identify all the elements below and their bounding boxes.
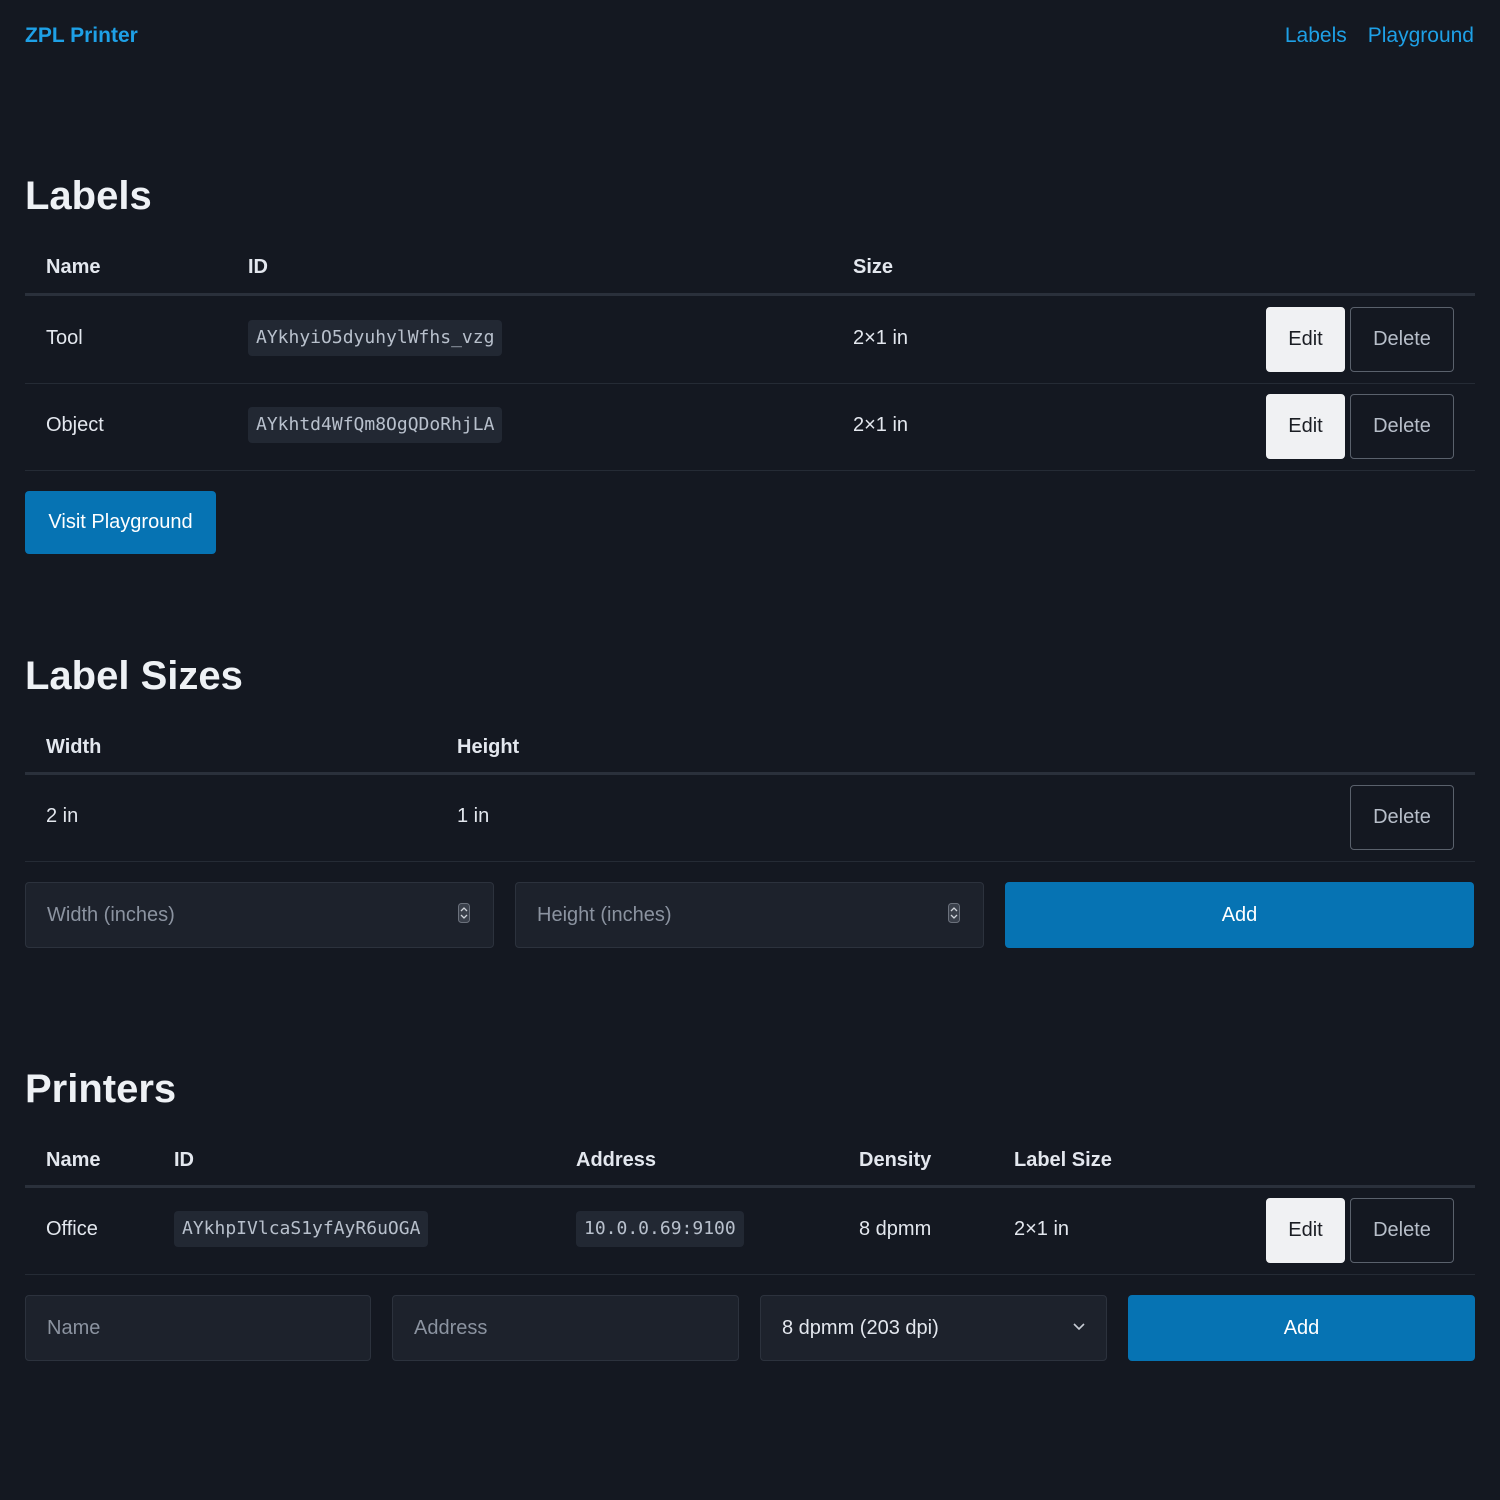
label-name: Tool — [46, 327, 83, 349]
delete-button[interactable]: Delete — [1350, 1198, 1454, 1263]
column-id: ID — [174, 1149, 194, 1171]
width-input-wrapper — [25, 882, 494, 948]
column-label-size: Label Size — [1014, 1149, 1112, 1171]
delete-button[interactable]: Delete — [1350, 394, 1454, 459]
density-select-value: 8 dpmm (203 dpi) — [782, 1316, 939, 1339]
printers-heading: Printers — [25, 1067, 177, 1111]
nav-link-labels[interactable]: Labels — [1285, 24, 1347, 48]
visit-playground-button[interactable]: Visit Playground — [25, 491, 216, 554]
label-size: 2×1 in — [853, 414, 909, 436]
column-density: Density — [859, 1149, 932, 1171]
printer-density: 8 dpmm — [859, 1218, 932, 1240]
edit-button[interactable]: Edit — [1266, 394, 1345, 459]
label-size: 2×1 in — [853, 327, 909, 349]
table-row: Tool AYkhyiO5dyuhylWfhs_vzg 2×1 in Edit … — [25, 296, 1475, 384]
label-sizes-section: Label Sizes Width Height 2 in 1 in Delet… — [25, 650, 1475, 970]
table-row: 2 in 1 in Delete — [25, 774, 1475, 862]
add-size-button[interactable]: Add — [1005, 882, 1474, 948]
edit-button[interactable]: Edit — [1266, 1198, 1345, 1263]
column-id: ID — [248, 256, 268, 278]
width-input[interactable] — [25, 882, 494, 948]
stepper-icon[interactable] — [948, 903, 960, 923]
column-height: Height — [457, 736, 520, 758]
printer-name-input[interactable] — [25, 1295, 371, 1361]
printer-address: 10.0.0.69:9100 — [576, 1211, 744, 1247]
delete-button[interactable]: Delete — [1350, 785, 1454, 850]
printer-address-input[interactable] — [392, 1295, 739, 1361]
add-printer-button[interactable]: Add — [1128, 1295, 1475, 1361]
brand-link[interactable]: ZPL Printer — [25, 24, 138, 48]
height-input[interactable] — [515, 882, 984, 948]
labels-section: Labels Name ID Size Tool AYkhyiO5dyuhylW… — [25, 170, 1475, 570]
label-sizes-heading: Label Sizes — [25, 654, 243, 698]
printer-label-size: 2×1 in — [1014, 1218, 1070, 1240]
label-id: AYkhtd4WfQm8OgQDoRhjLA — [248, 407, 503, 443]
labels-heading: Labels — [25, 174, 152, 218]
delete-button[interactable]: Delete — [1350, 307, 1454, 372]
column-width: Width — [46, 736, 102, 758]
edit-button[interactable]: Edit — [1266, 307, 1345, 372]
column-address: Address — [576, 1149, 657, 1171]
printers-table-header: Name ID Address Density Label Size — [25, 1143, 1475, 1188]
chevron-down-icon — [1073, 1323, 1085, 1331]
label-sizes-table-header: Width Height — [25, 730, 1475, 775]
table-row: Office AYkhpIVlcaS1yfAyR6uOGA 10.0.0.69:… — [25, 1187, 1475, 1275]
size-width: 2 in — [46, 805, 79, 827]
printer-id: AYkhpIVlcaS1yfAyR6uOGA — [174, 1211, 429, 1247]
label-name: Object — [46, 414, 104, 436]
column-size: Size — [853, 256, 894, 278]
column-name: Name — [46, 1149, 101, 1171]
printer-name: Office — [46, 1218, 98, 1240]
top-nav: ZPL Printer Labels Playground — [0, 0, 1500, 72]
nav-links: Labels Playground — [1285, 24, 1474, 48]
size-height: 1 in — [457, 805, 490, 827]
density-select[interactable]: 8 dpmm (203 dpi) — [760, 1295, 1107, 1361]
label-id: AYkhyiO5dyuhylWfhs_vzg — [248, 320, 503, 356]
nav-link-playground[interactable]: Playground — [1368, 24, 1474, 48]
printers-section: Printers Name ID Address Density Label S… — [25, 1063, 1475, 1383]
stepper-icon[interactable] — [458, 903, 470, 923]
labels-table-header: Name ID Size — [25, 250, 1475, 296]
height-input-wrapper — [515, 882, 984, 948]
table-row: Object AYkhtd4WfQm8OgQDoRhjLA 2×1 in Edi… — [25, 383, 1475, 471]
column-name: Name — [46, 256, 101, 278]
